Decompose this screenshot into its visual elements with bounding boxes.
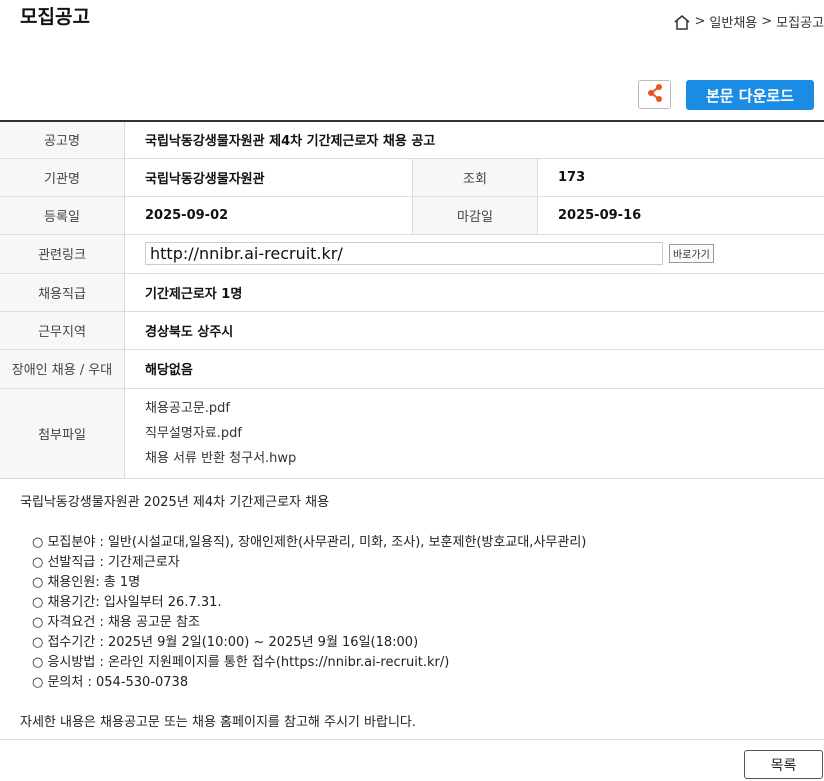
body-outro: 자세한 내용은 채용공고문 또는 채용 홈페이지를 참고해 주시기 바랍니다.	[20, 715, 416, 730]
notice-info-table: 공고명 국립낙동강생물자원관 제4차 기간제근로자 채용 공고 기관명 국립낙동…	[0, 120, 824, 479]
title-value: 국립낙동강생물자원관 제4차 기간제근로자 채용 공고	[124, 121, 824, 159]
reg-date-value: 2025-09-02	[124, 196, 413, 235]
download-button[interactable]: 본문 다운로드	[686, 80, 814, 110]
views-label: 조회	[412, 158, 538, 197]
body-intro: 국립낙동강생물자원관 2025년 제4차 기간제근로자 채용	[20, 495, 330, 510]
breadcrumb-item-current: 모집공고	[776, 16, 824, 31]
org-value: 국립낙동강생물자원관	[124, 158, 413, 197]
link-label: 관련링크	[0, 234, 125, 274]
home-icon[interactable]	[673, 14, 691, 30]
link-field[interactable]: http://nnibr.ai-recruit.kr/	[145, 242, 663, 265]
disabled-label: 장애인 채용 / 우대	[0, 349, 125, 389]
bullet-item: ○ 선발직급 : 기간제근로자	[32, 555, 180, 570]
file-link-1[interactable]: 채용공고문.pdf	[145, 396, 824, 421]
views-value: 173	[537, 158, 824, 197]
region-label: 근무지역	[0, 311, 125, 350]
bullet-item: ○ 응시방법 : 온라인 지원페이지를 통한 접수(https://nnibr.…	[32, 655, 450, 670]
breadcrumb-item-general[interactable]: 일반채용	[709, 12, 757, 31]
list-button[interactable]: 목록	[744, 750, 823, 779]
reg-date-label: 등록일	[0, 196, 125, 235]
files-cell: 채용공고문.pdf 직무설명자료.pdf 채용 서류 반환 청구서.hwp	[124, 388, 824, 479]
title-label: 공고명	[0, 121, 125, 159]
bullet-item: ○ 문의처 : 054-530-0738	[32, 675, 189, 690]
page-title: 모집공고	[20, 6, 90, 28]
bullet-item: ○ 채용기간: 입사일부터 26.7.31.	[32, 595, 222, 610]
breadcrumb-separator: >	[694, 14, 706, 29]
share-button[interactable]	[638, 80, 671, 109]
org-label: 기관명	[0, 158, 125, 197]
region-value: 경상북도 상주시	[124, 311, 824, 350]
bullet-item: ○ 접수기간 : 2025년 9월 2일(10:00) ~ 2025년 9월 1…	[32, 635, 419, 650]
rank-value: 기간제근로자 1명	[124, 273, 824, 312]
go-button[interactable]: 바로가기	[669, 244, 714, 263]
notice-body: 국립낙동강생물자원관 2025년 제4차 기간제근로자 채용 ○ 모집분야 : …	[20, 493, 586, 733]
bullet-item: ○ 자격요건 : 채용 공고문 참조	[32, 615, 200, 630]
bullet-item: ○ 채용인원: 총 1명	[32, 575, 141, 590]
breadcrumb: > 일반채용 > 모집공고	[673, 12, 824, 31]
deadline-value: 2025-09-16	[537, 196, 824, 235]
body-bullet-list: ○ 모집분야 : 일반(시설교대,일용직), 장애인제한(사무관리, 미화, 조…	[32, 533, 586, 693]
deadline-label: 마감일	[412, 196, 538, 235]
divider	[0, 739, 824, 740]
bullet-item: ○ 모집분야 : 일반(시설교대,일용직), 장애인제한(사무관리, 미화, 조…	[32, 535, 587, 550]
file-link-2[interactable]: 직무설명자료.pdf	[145, 421, 824, 446]
breadcrumb-separator: >	[761, 14, 773, 29]
file-link-3[interactable]: 채용 서류 반환 청구서.hwp	[145, 446, 824, 471]
share-icon	[646, 83, 664, 107]
link-cell: http://nnibr.ai-recruit.kr/바로가기	[124, 234, 824, 274]
disabled-value: 해당없음	[124, 349, 824, 389]
rank-label: 채용직급	[0, 273, 125, 312]
files-label: 첨부파일	[0, 388, 125, 479]
